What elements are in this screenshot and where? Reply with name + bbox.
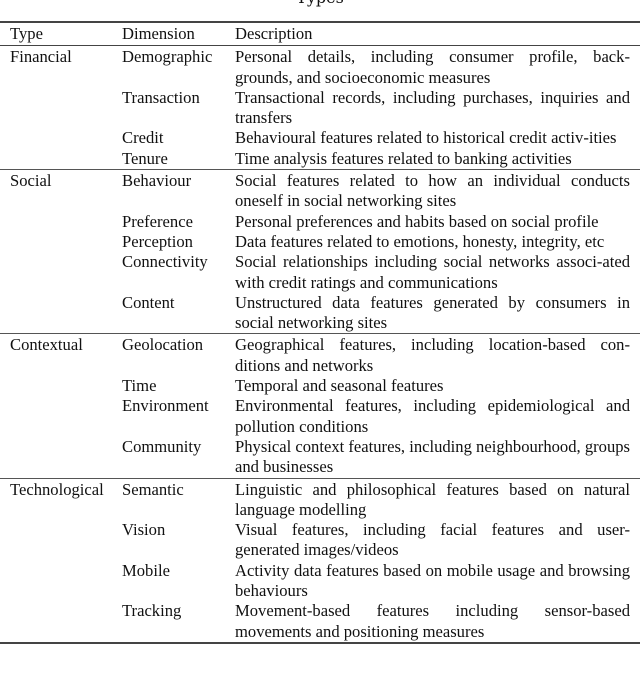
cell-dimension: Tracking — [122, 601, 182, 621]
cell-description: Time analysis features related to bankin… — [235, 148, 572, 168]
table-row: Connectivity Social relationships includi… — [0, 252, 640, 293]
group-social: Social Behaviour Social features related t… — [0, 170, 640, 334]
cell-type — [0, 561, 122, 602]
table-row: Environment Environmental features, inclu… — [0, 396, 640, 437]
cell-dimension: Content — [122, 292, 175, 312]
table-row: Content Unstructured data features genera… — [0, 293, 640, 334]
cell-dimension: Demographic — [122, 47, 213, 67]
cell-type — [0, 212, 122, 232]
header-row: Type Dimension Description — [0, 22, 640, 46]
cell-description: Personal preferences and habits based on… — [235, 211, 599, 231]
table-row: Tenure Time analysis features related to … — [0, 149, 640, 170]
group-contextual: Contextual Geolocation Geographical featur… — [0, 334, 640, 479]
table-row: Technological Semantic Linguistic and phil… — [0, 478, 640, 520]
table-row: Preference Personal preferences and habit… — [0, 212, 640, 232]
table-row: Community Physical context features, incl… — [0, 437, 640, 478]
table-row: Vision Visual features, including facial … — [0, 520, 640, 561]
table-row: Mobile Activity data features based on mo… — [0, 561, 640, 602]
cell-dimension: Behaviour — [122, 171, 192, 191]
cell-type — [0, 437, 122, 478]
cell-dimension: Connectivity — [122, 252, 208, 272]
table-row: Contextual Geolocation Geographical featur… — [0, 334, 640, 376]
cell-description: Social features related to how an indivi… — [235, 171, 630, 211]
cell-description: Temporal and seasonal features — [235, 376, 444, 396]
cell-type — [0, 396, 122, 437]
cell-dimension: Semantic — [122, 479, 184, 499]
table-row: Transaction Transactional records, includ… — [0, 88, 640, 129]
cell-type — [0, 293, 122, 334]
table-header: Type Dimension Description — [0, 22, 640, 46]
table-row: Time Temporal and seasonal features — [0, 376, 640, 396]
cell-dimension: Community — [122, 436, 202, 456]
cell-description: Unstructured data features generated by … — [235, 292, 630, 333]
table-row: Tracking Movement-based features includin… — [0, 601, 640, 643]
cell-description: Movement-based features including sensor… — [235, 601, 630, 641]
table-row: Social Behaviour Social features related t… — [0, 170, 640, 212]
cell-description: Physical context features, including nei… — [235, 436, 630, 477]
cell-dimension: Preference — [122, 211, 193, 231]
table-row: Credit Behavioural features related to hi… — [0, 128, 640, 148]
cell-type: Financial — [10, 47, 72, 67]
cell-dimension: Tenure — [122, 148, 168, 168]
cell-type: Contextual — [10, 335, 83, 355]
cell-dimension: Vision — [122, 520, 166, 540]
table-row: Financial Demographic Personal details, in… — [0, 46, 640, 88]
cell-description: Personal details, including consumer pro… — [235, 47, 630, 87]
cell-description: Activity data features based on mobile u… — [235, 560, 630, 601]
cell-description: Transactional records, including purchas… — [235, 87, 630, 128]
feature-types-table: Type Dimension Description Financial Demo… — [0, 21, 640, 644]
cell-dimension: Mobile — [122, 560, 170, 580]
header-description: Description — [235, 24, 313, 43]
cell-description: Environmental features, including epidem… — [235, 396, 630, 436]
cell-description: Geographical features, including locatio… — [235, 335, 630, 375]
group-financial: Financial Demographic Personal details, in… — [0, 46, 640, 170]
cell-description: Visual features, including facial featur… — [235, 520, 630, 560]
cell-dimension: Credit — [122, 128, 164, 148]
header-dimension: Dimension — [122, 24, 195, 43]
group-technological: Technological Semantic Linguistic and phil… — [0, 478, 640, 643]
cell-dimension: Transaction — [122, 87, 200, 107]
table-caption: Types — [0, 0, 640, 8]
cell-type — [0, 376, 122, 396]
cell-type — [0, 520, 122, 561]
cell-type — [0, 149, 122, 170]
cell-type — [0, 88, 122, 129]
cell-dimension: Geolocation — [122, 335, 204, 355]
cell-type — [0, 128, 122, 148]
cell-type — [0, 601, 122, 643]
cell-dimension: Time — [122, 376, 157, 396]
cell-type: Technological — [10, 479, 104, 499]
cell-description: Linguistic and philosophical features ba… — [235, 479, 630, 519]
cell-type — [0, 232, 122, 252]
cell-type — [0, 252, 122, 293]
cell-description: Data features related to emotions, hones… — [235, 231, 605, 251]
cell-dimension: Perception — [122, 231, 193, 251]
cell-description: Behavioural features related to historic… — [235, 128, 617, 148]
header-type: Type — [10, 24, 43, 43]
cell-dimension: Environment — [122, 396, 209, 416]
cell-description: Social relationships including social ne… — [235, 252, 630, 292]
cell-type: Social — [10, 171, 52, 191]
table-row: Perception Data features related to emoti… — [0, 232, 640, 252]
